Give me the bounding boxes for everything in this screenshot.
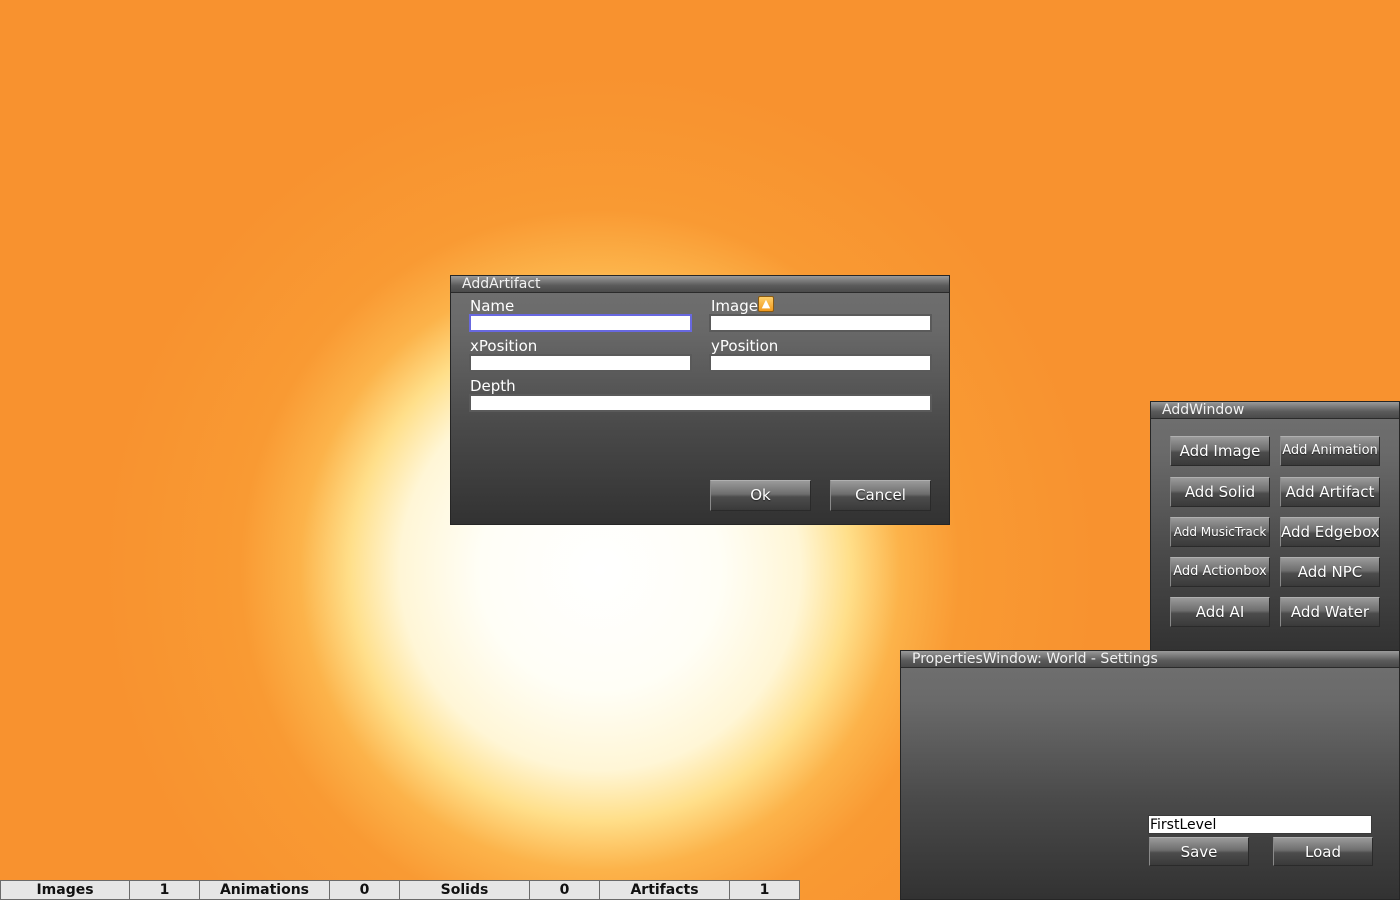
yposition-field[interactable] bbox=[709, 354, 932, 372]
save-button[interactable]: Save bbox=[1149, 837, 1249, 866]
add-artifact-title[interactable]: AddArtifact bbox=[451, 276, 949, 293]
xposition-field[interactable] bbox=[469, 354, 692, 372]
status-bar: Images 1 Animations 0 Solids 0 Artifacts… bbox=[0, 880, 800, 900]
add-npc-button[interactable]: Add NPC bbox=[1280, 557, 1380, 587]
image-field[interactable] bbox=[709, 314, 932, 332]
load-button[interactable]: Load bbox=[1273, 837, 1373, 866]
solids-count: 0 bbox=[530, 880, 600, 900]
image-label: Image bbox=[711, 297, 758, 315]
add-solid-button[interactable]: Add Solid bbox=[1170, 477, 1270, 507]
name-field[interactable] bbox=[469, 314, 692, 332]
cancel-button[interactable]: Cancel bbox=[830, 480, 931, 511]
add-image-button[interactable]: Add Image bbox=[1170, 436, 1270, 466]
solids-label: Solids bbox=[400, 880, 530, 900]
images-label: Images bbox=[0, 880, 130, 900]
artifacts-count: 1 bbox=[730, 880, 800, 900]
add-window: AddWindow Add Image Add Animation Add So… bbox=[1150, 401, 1400, 653]
image-picker-icon[interactable]: ▲ bbox=[758, 296, 774, 312]
add-window-title[interactable]: AddWindow bbox=[1151, 402, 1399, 419]
depth-label: Depth bbox=[470, 377, 516, 395]
add-edgebox-button[interactable]: Add Edgebox bbox=[1280, 517, 1380, 547]
images-count: 1 bbox=[130, 880, 200, 900]
add-musictrack-button[interactable]: Add MusicTrack bbox=[1170, 517, 1270, 547]
xposition-label: xPosition bbox=[470, 337, 538, 355]
animations-count: 0 bbox=[330, 880, 400, 900]
yposition-label: yPosition bbox=[711, 337, 779, 355]
name-label: Name bbox=[470, 297, 515, 315]
add-water-button[interactable]: Add Water bbox=[1280, 597, 1380, 627]
add-artifact-window: AddArtifact Name Image ▲ xPosition yPosi… bbox=[450, 275, 950, 525]
add-actionbox-button[interactable]: Add Actionbox bbox=[1170, 557, 1270, 587]
add-animation-button[interactable]: Add Animation bbox=[1280, 436, 1380, 466]
add-artifact-button[interactable]: Add Artifact bbox=[1280, 477, 1380, 507]
properties-window-title[interactable]: PropertiesWindow: World - Settings bbox=[901, 651, 1399, 668]
artifacts-label: Artifacts bbox=[600, 880, 730, 900]
properties-window: PropertiesWindow: World - Settings Save … bbox=[900, 650, 1400, 900]
ok-button[interactable]: Ok bbox=[710, 480, 811, 511]
animations-label: Animations bbox=[200, 880, 330, 900]
depth-field[interactable] bbox=[469, 394, 932, 412]
add-ai-button[interactable]: Add AI bbox=[1170, 597, 1270, 627]
level-name-field[interactable] bbox=[1148, 815, 1372, 834]
